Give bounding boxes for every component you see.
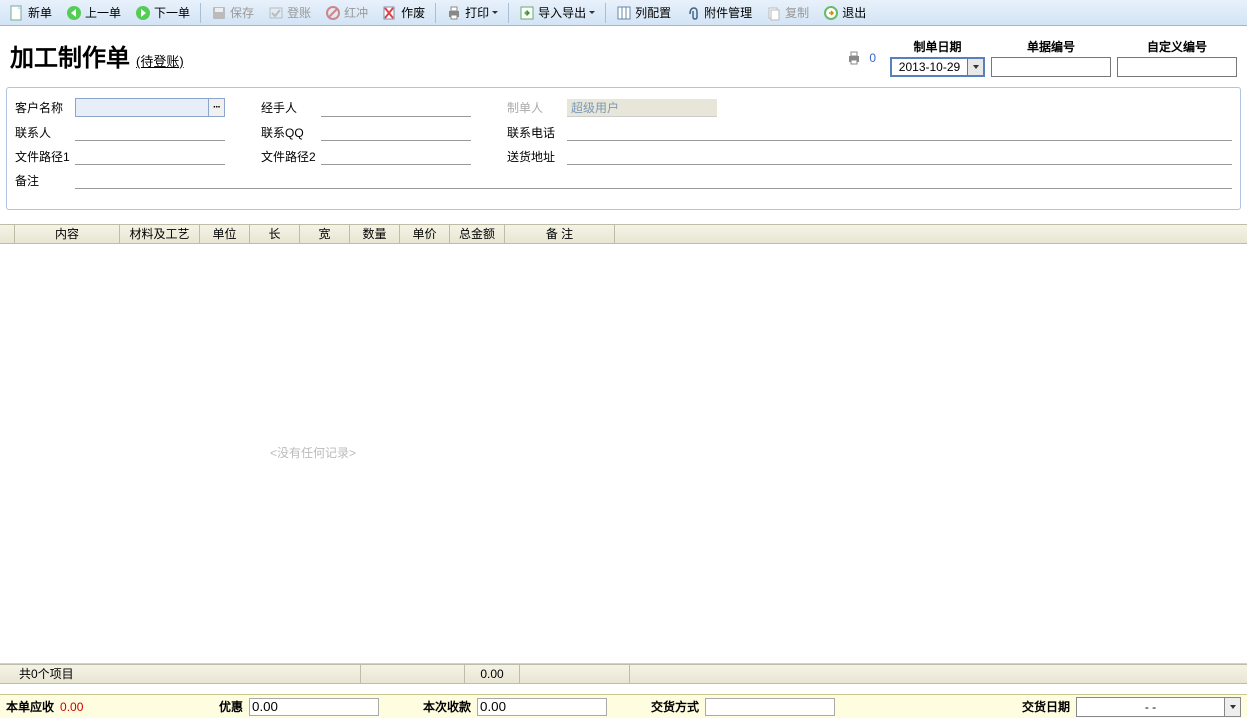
delivery-date-label: 交货日期 [1022, 698, 1070, 715]
custom-no-field[interactable] [1117, 57, 1237, 77]
attach-button[interactable]: 附件管理 [678, 2, 759, 24]
customer-label: 客户名称 [15, 99, 75, 116]
phone-label: 联系电话 [507, 124, 567, 141]
new-button[interactable]: 新单 [2, 2, 59, 24]
qq-label: 联系QQ [261, 124, 321, 141]
doc-status-link[interactable]: (待登账) [136, 51, 184, 70]
col-material[interactable]: 材料及工艺 [120, 225, 200, 243]
print-count[interactable]: 0 [846, 50, 876, 66]
creator-label: 制单人 [507, 99, 567, 116]
col-content[interactable]: 内容 [15, 225, 120, 243]
toolbar: 新单 上一单 下一单 保存 登账 红冲 作废 打印 导入导出 列配置 附件管理 … [0, 0, 1247, 26]
customer-input[interactable] [75, 98, 225, 117]
col-remark[interactable]: 备 注 [505, 225, 615, 243]
delivery-date-picker[interactable]: - - [1076, 697, 1241, 717]
paperclip-icon [685, 5, 701, 21]
method-label: 交货方式 [651, 698, 699, 715]
void-icon [382, 5, 398, 21]
col-unit[interactable]: 单位 [200, 225, 250, 243]
due-label: 本单应收 [6, 698, 54, 715]
doc-date-picker[interactable]: 2013-10-29 [890, 57, 985, 77]
contact-input[interactable] [75, 123, 225, 141]
chevron-down-icon[interactable] [1224, 698, 1240, 716]
post-icon [268, 5, 284, 21]
next-button[interactable]: 下一单 [128, 2, 197, 24]
sum-total: 0.00 [465, 665, 520, 683]
phone-input[interactable] [567, 123, 1232, 141]
date-label: 制单日期 [913, 38, 961, 55]
header-band: 加工制作单 (待登账) 0 制单日期 2013-10-29 单据编号 自定义编号 [0, 26, 1247, 87]
arrow-right-icon [135, 5, 151, 21]
addr-label: 送货地址 [507, 148, 567, 165]
save-icon [211, 5, 227, 21]
grid-footer: 共0个项目 0.00 [0, 664, 1247, 684]
addr-input[interactable] [567, 147, 1232, 165]
copy-button[interactable]: 复制 [759, 2, 816, 24]
handler-input[interactable] [321, 99, 471, 117]
print-button[interactable]: 打印 [439, 2, 505, 24]
col-total[interactable]: 总金额 [450, 225, 505, 243]
chevron-down-icon[interactable] [491, 5, 498, 21]
contact-label: 联系人 [15, 124, 75, 141]
chevron-down-icon[interactable] [588, 5, 595, 21]
save-button[interactable]: 保存 [204, 2, 261, 24]
post-button[interactable]: 登账 [261, 2, 318, 24]
paynow-input[interactable] [477, 698, 607, 716]
paynow-label: 本次收款 [423, 698, 471, 715]
grid: 内容 材料及工艺 单位 长 宽 数量 单价 总金额 备 注 <没有任何记录> 共… [0, 224, 1247, 684]
chevron-down-icon[interactable] [967, 59, 983, 75]
customno-label: 自定义编号 [1147, 38, 1207, 55]
col-width[interactable]: 宽 [300, 225, 350, 243]
col-price[interactable]: 单价 [400, 225, 450, 243]
lookup-button[interactable]: ··· [208, 99, 224, 116]
import-export-icon [519, 5, 535, 21]
discount-label: 优惠 [219, 698, 243, 715]
path1-input[interactable] [75, 147, 225, 165]
grid-empty-text: <没有任何记录> [270, 444, 356, 461]
form-panel: 客户名称 ··· 经手人 制单人超级用户 联系人 联系QQ 联系电话 文件路径1… [6, 87, 1241, 210]
reverse-button[interactable]: 红冲 [318, 2, 375, 24]
exit-icon [823, 5, 839, 21]
remark-label: 备注 [15, 172, 75, 189]
copy-icon [766, 5, 782, 21]
columns-icon [616, 5, 632, 21]
billno-label: 单据编号 [1027, 38, 1075, 55]
grid-body[interactable]: <没有任何记录> [0, 244, 1247, 664]
discount-input[interactable] [249, 698, 379, 716]
footer-bar: 本单应收 0.00 优惠 本次收款 交货方式 交货日期 - - [0, 694, 1247, 718]
new-icon [9, 5, 25, 21]
handler-label: 经手人 [261, 99, 321, 116]
creator-value: 超级用户 [567, 99, 717, 117]
qq-input[interactable] [321, 123, 471, 141]
print-count-value: 0 [869, 51, 876, 65]
remark-input[interactable] [75, 171, 1232, 189]
arrow-left-icon [66, 5, 82, 21]
col-length[interactable]: 长 [250, 225, 300, 243]
page-title: 加工制作单 [10, 38, 130, 73]
prev-button[interactable]: 上一单 [59, 2, 128, 24]
col-selector[interactable] [0, 225, 15, 243]
print-icon [446, 5, 462, 21]
import-export-button[interactable]: 导入导出 [512, 2, 602, 24]
row-count: 共0个项目 [15, 665, 361, 683]
path2-label: 文件路径2 [261, 148, 321, 165]
path1-label: 文件路径1 [15, 148, 75, 165]
reverse-icon [325, 5, 341, 21]
path2-input[interactable] [321, 147, 471, 165]
bill-no-field[interactable] [991, 57, 1111, 77]
exit-button[interactable]: 退出 [816, 2, 873, 24]
printer-icon [846, 50, 862, 66]
void-button[interactable]: 作废 [375, 2, 432, 24]
due-value: 0.00 [60, 700, 215, 714]
col-qty[interactable]: 数量 [350, 225, 400, 243]
grid-header: 内容 材料及工艺 单位 长 宽 数量 单价 总金额 备 注 [0, 224, 1247, 244]
columns-button[interactable]: 列配置 [609, 2, 678, 24]
method-input[interactable] [705, 698, 835, 716]
